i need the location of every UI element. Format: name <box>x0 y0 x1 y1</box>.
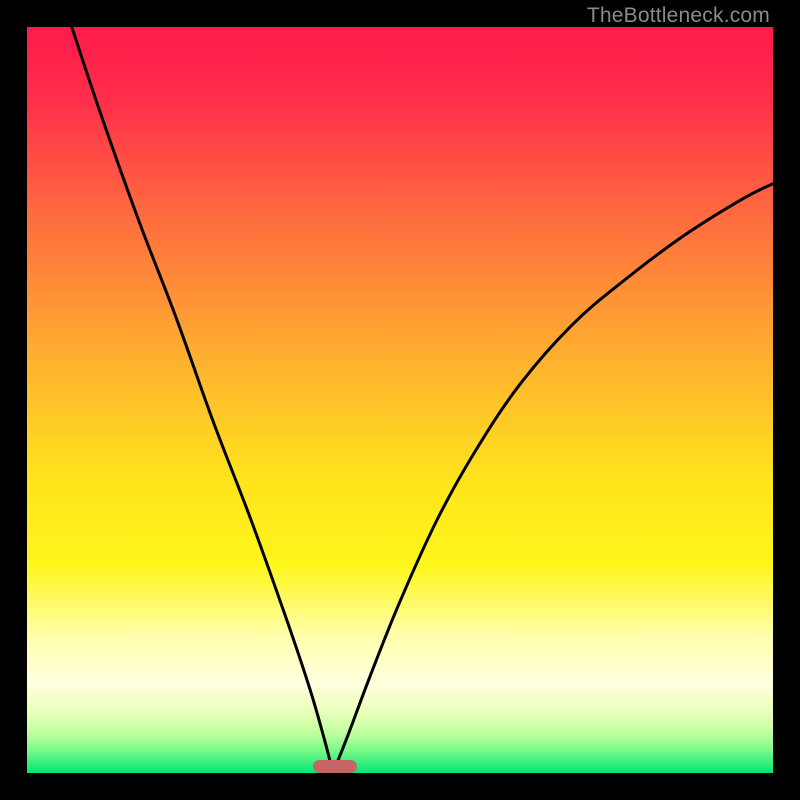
curve-left-branch <box>72 27 333 773</box>
optimal-marker <box>313 760 357 773</box>
bottleneck-curve <box>27 27 773 773</box>
curve-right-branch <box>333 184 773 773</box>
watermark-text: TheBottleneck.com <box>587 4 770 28</box>
outer-frame: { "watermark": "TheBottleneck.com", "plo… <box>0 0 800 800</box>
plot-area <box>27 27 773 773</box>
